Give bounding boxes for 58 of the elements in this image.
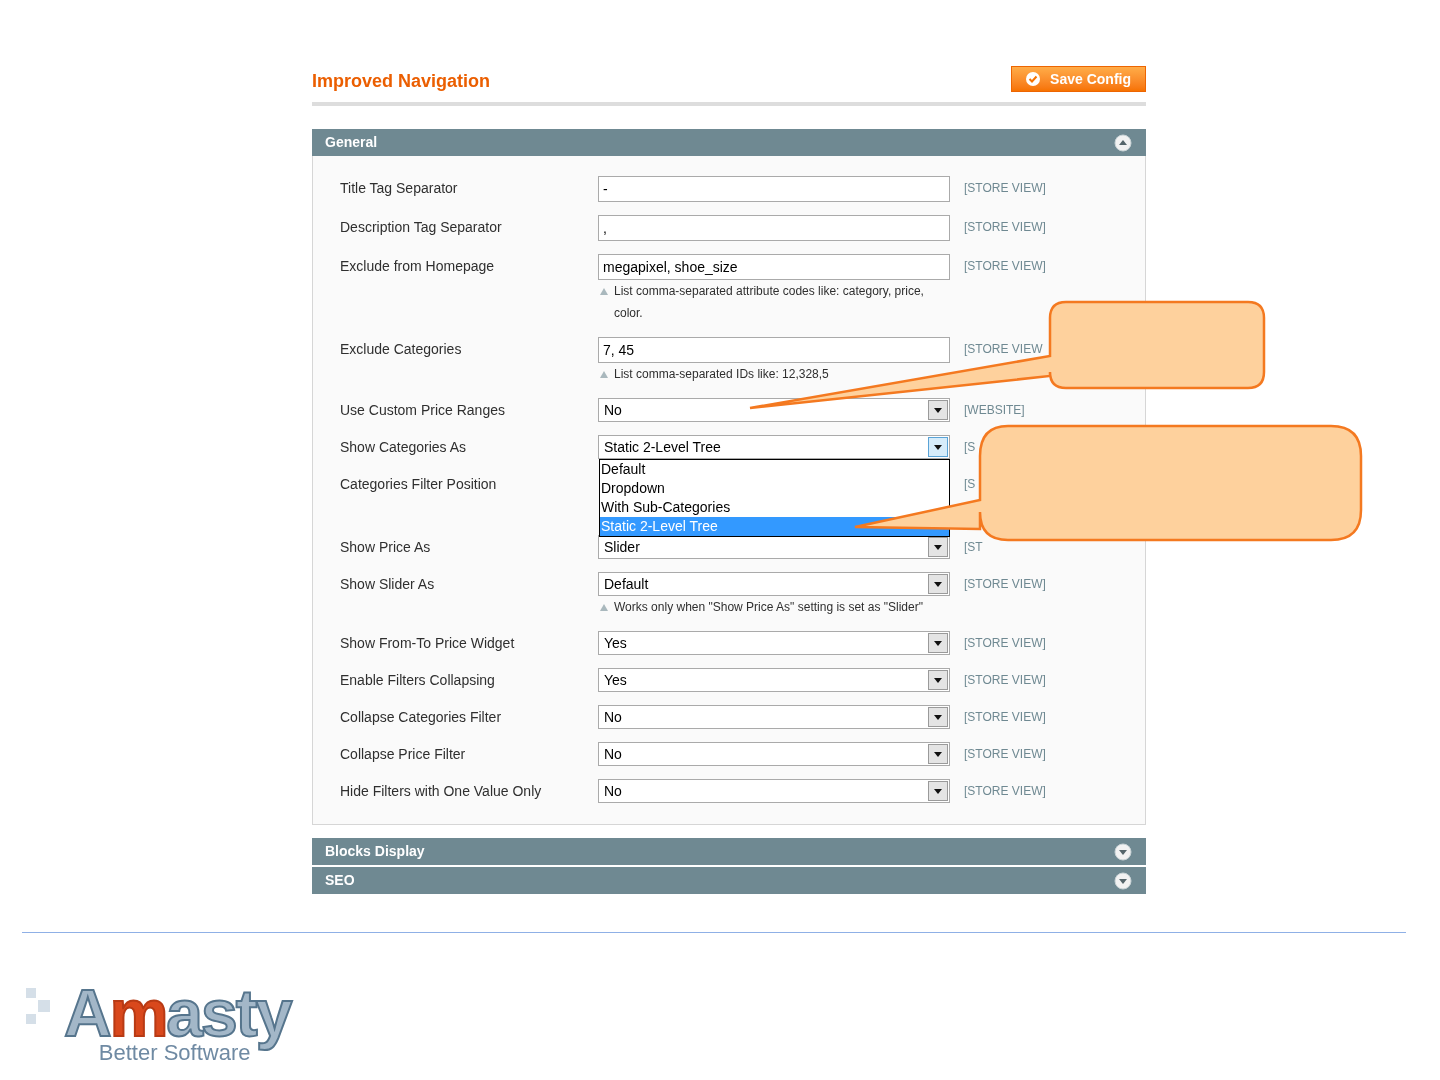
field-label: Categories Filter Position — [340, 475, 498, 494]
select-field[interactable]: Slider — [598, 535, 950, 559]
select-field[interactable]: No — [598, 779, 950, 803]
dropdown-option[interactable]: Dropdown — [600, 479, 665, 498]
scope-label: [STORE VIEW] — [964, 783, 1046, 800]
text-field[interactable]: - — [598, 176, 950, 202]
field-hint: Works only when "Show Price As" setting is set as "Slider" — [614, 599, 923, 616]
check-icon — [1026, 72, 1041, 86]
field-label: Collapse Categories Filter — [340, 708, 503, 727]
section-header[interactable]: SEO — [312, 867, 1146, 894]
field-label: Enable Filters Collapsing — [340, 671, 496, 690]
text-field[interactable]: megapixel, shoe_size — [598, 254, 950, 280]
field-label: Exclude Categories — [340, 340, 463, 359]
select-field[interactable]: Default — [598, 572, 950, 596]
scope-label: [STORE VIEW] — [964, 258, 1046, 275]
field-hint: List comma-separated IDs like: 12,328,5 — [614, 366, 829, 383]
hint-icon — [600, 604, 608, 611]
expand-icon[interactable] — [1114, 842, 1132, 861]
field-label: Exclude from Homepage — [340, 257, 496, 276]
hint-icon — [600, 371, 608, 378]
scope-label: [STORE VIEW] — [964, 219, 1046, 236]
select-field[interactable]: Yes — [598, 668, 950, 692]
field-label: Show Slider As — [340, 575, 436, 594]
field-label: Show Price As — [340, 538, 432, 557]
select-field[interactable]: No — [598, 705, 950, 729]
select-field[interactable]: No — [598, 742, 950, 766]
scope-label: [S — [964, 476, 976, 493]
field-label: Show From-To Price Widget — [340, 634, 516, 653]
dropdown-option[interactable]: With Sub-Categories — [600, 498, 731, 517]
hint-icon — [600, 288, 608, 295]
page-title: Improved Navigation — [312, 70, 491, 93]
select-field[interactable]: Static 2-Level Tree — [598, 435, 950, 459]
select-field[interactable]: No — [598, 398, 950, 422]
field-label: Use Custom Price Ranges — [340, 401, 506, 420]
scope-label: [STORE VIEW] — [964, 672, 1046, 689]
text-field[interactable]: 7, 45 — [598, 337, 950, 363]
expand-icon[interactable] — [1114, 871, 1132, 890]
collapse-icon[interactable] — [1114, 133, 1132, 152]
section-header[interactable]: Blocks Display — [312, 838, 1146, 865]
scope-label: [STORE VIEW] — [964, 746, 1046, 763]
field-label: Hide Filters with One Value Only — [340, 782, 543, 801]
scope-label: [STORE VIEW] — [964, 180, 1046, 197]
field-label: Title Tag Separator — [340, 179, 459, 198]
scope-label: [STORE VIEW] — [964, 576, 1046, 593]
logo-squares-icon — [26, 988, 52, 1024]
select-field[interactable]: Yes — [598, 631, 950, 655]
scope-label: [STORE VIEW] — [964, 709, 1046, 726]
text-field[interactable]: , — [598, 215, 950, 241]
scope-label: [ST — [964, 539, 983, 556]
scope-label: [S — [964, 439, 976, 456]
field-label: Collapse Price Filter — [340, 745, 467, 764]
field-hint: List comma-separated attribute codes like: category, price, color. — [614, 283, 925, 322]
scope-label: [STORE VIEW — [964, 341, 1043, 358]
scope-label: [STORE VIEW] — [964, 635, 1046, 652]
section-header[interactable]: General — [312, 129, 1146, 156]
field-label: Show Categories As — [340, 438, 468, 457]
field-label: Description Tag Separator — [340, 218, 503, 237]
scope-label: [WEBSITE] — [964, 402, 1025, 419]
